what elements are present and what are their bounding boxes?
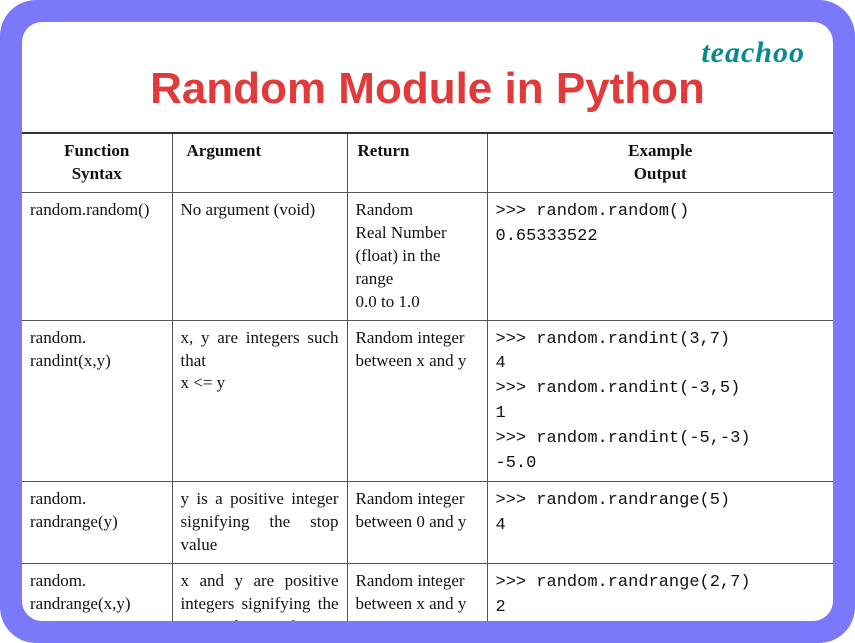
- code-output: >>> random.randrange(2,7) 2: [496, 573, 751, 617]
- table-row: random.randrange(y) y is a positive inte…: [22, 482, 833, 564]
- cell-example: >>> random.random() 0.65333522: [487, 192, 833, 320]
- table-row: random.randint(x,y) x, y are integers su…: [22, 320, 833, 482]
- cell-return: RandomReal Number (float) in the range0.…: [347, 192, 487, 320]
- brand-logo: teachoo: [701, 36, 805, 70]
- code-output: >>> random.randrange(5) 4: [496, 491, 731, 535]
- cell-syntax: random.randrange(y): [22, 482, 172, 564]
- header-return: Return: [347, 133, 487, 192]
- code-output: >>> random.randint(3,7) 4 >>> random.ran…: [496, 330, 751, 473]
- cell-argument: x, y are integers such thatx <= y: [172, 320, 347, 482]
- page-title: Random Module in Python: [22, 64, 833, 114]
- content-card: teachoo Random Module in Python Function…: [22, 22, 833, 621]
- cell-return: Random integer between x and y: [347, 320, 487, 482]
- header-syntax: FunctionSyntax: [22, 133, 172, 192]
- cell-return: Random integer between 0 and y: [347, 482, 487, 564]
- code-output: >>> random.random() 0.65333522: [496, 202, 690, 246]
- cell-argument: x and y are positive integers signifying…: [172, 564, 347, 621]
- cell-syntax: random.random(): [22, 192, 172, 320]
- cell-example: >>> random.randrange(5) 4: [487, 482, 833, 564]
- cell-argument: No argument (void): [172, 192, 347, 320]
- reference-table: FunctionSyntax Argument Return ExampleOu…: [22, 132, 833, 621]
- cell-syntax: random.randint(x,y): [22, 320, 172, 482]
- cell-return: Random integer between x and y: [347, 564, 487, 621]
- table-row: random.randrange(x,y) x and y are positi…: [22, 564, 833, 621]
- table-row: random.random() No argument (void) Rando…: [22, 192, 833, 320]
- cell-argument: y is a positive integer signifying the s…: [172, 482, 347, 564]
- header-example: ExampleOutput: [487, 133, 833, 192]
- header-argument: Argument: [172, 133, 347, 192]
- cell-example: >>> random.randint(3,7) 4 >>> random.ran…: [487, 320, 833, 482]
- table-header-row: FunctionSyntax Argument Return ExampleOu…: [22, 133, 833, 192]
- cell-syntax: random.randrange(x,y): [22, 564, 172, 621]
- cell-example: >>> random.randrange(2,7) 2: [487, 564, 833, 621]
- outer-frame: teachoo Random Module in Python Function…: [0, 0, 855, 643]
